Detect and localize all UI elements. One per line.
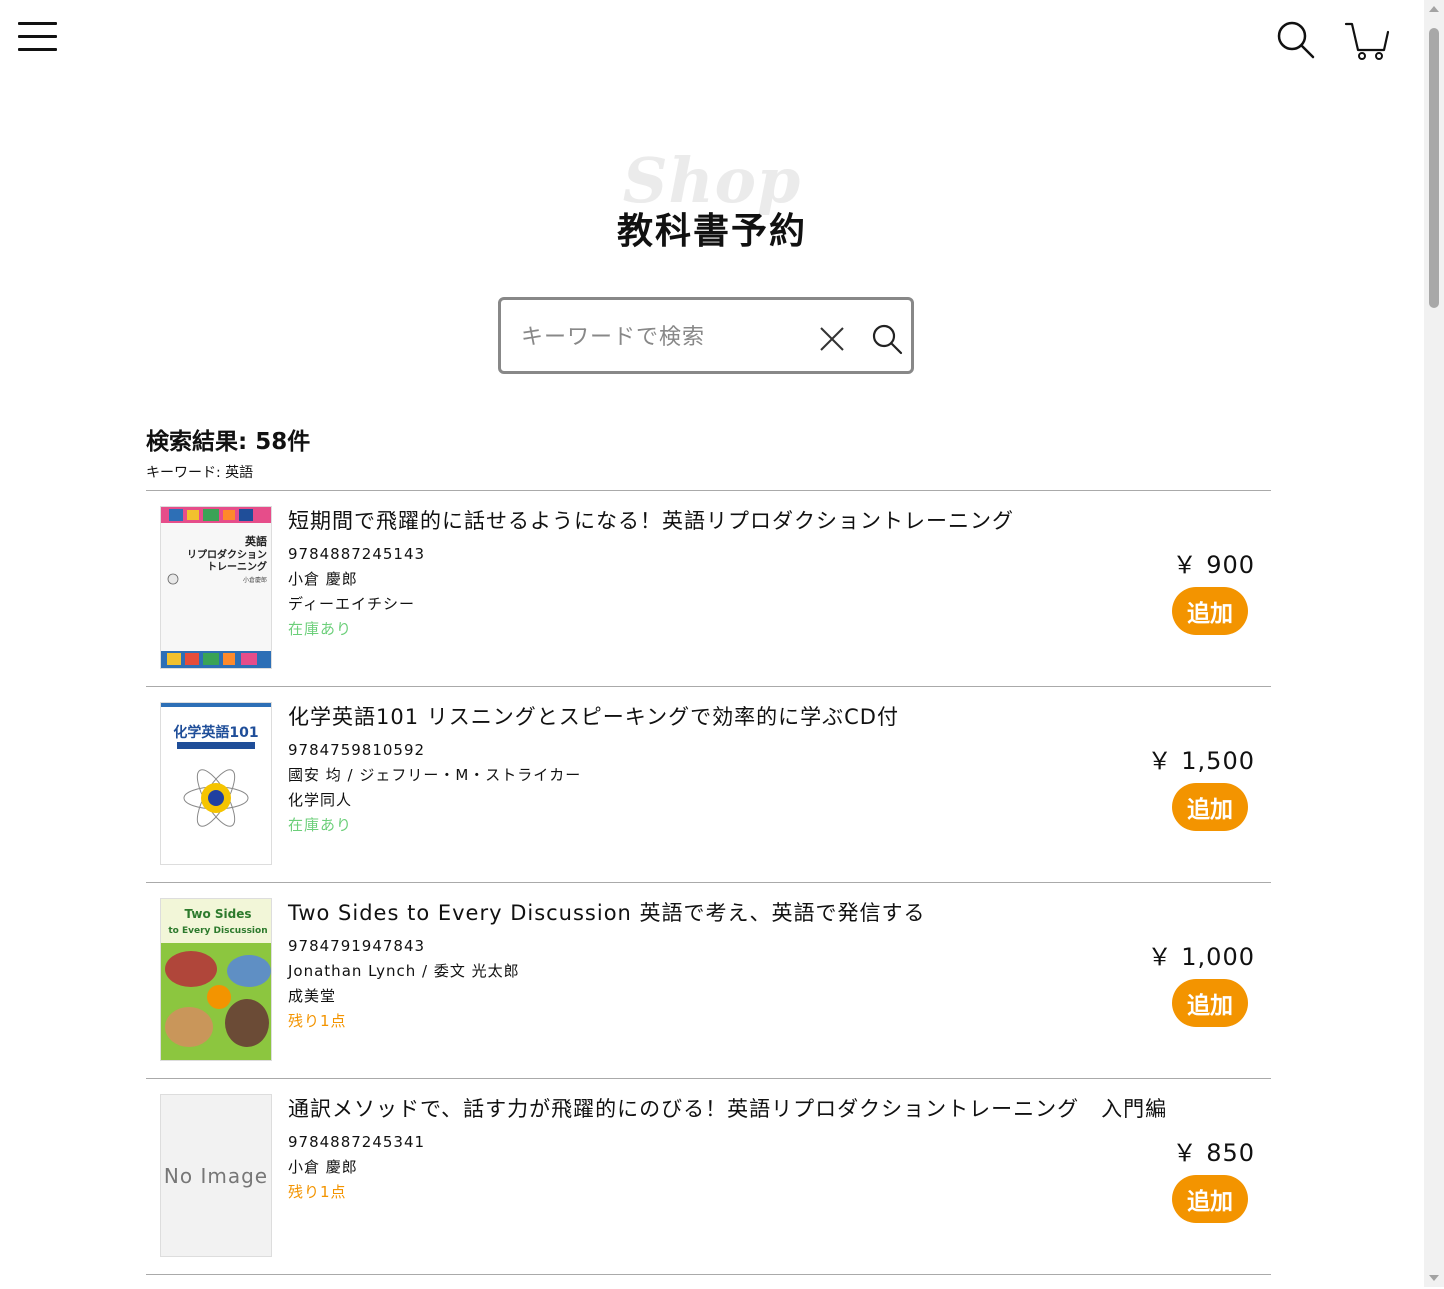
book-cover-image[interactable]: 英語 リプロダクション トレーニング 小倉慶郎 xyxy=(160,506,272,669)
item-publisher: 化学同人 xyxy=(288,791,353,809)
cover-text: リプロダクション xyxy=(187,548,267,561)
cover-text: 化学英語101 xyxy=(173,724,258,741)
book-cover-image[interactable]: Two Sides to Every Discussion xyxy=(160,898,272,1061)
page-title: 教科書予約 xyxy=(616,211,807,252)
results-header: 検索結果: 58件 キーワード: 英語 xyxy=(146,422,310,482)
item-publisher: 成美堂 xyxy=(288,987,337,1005)
item-isbn: 9784791947843 xyxy=(288,937,426,955)
item-price: ￥ 850 xyxy=(1172,1139,1255,1167)
list-item: Two Sides to Every Discussion Two Sides … xyxy=(146,882,1271,1078)
list-item: 化学英語101 化学英語101 リスニングとスピーキングで効率的に学ぶCD付 9… xyxy=(146,686,1271,882)
list-item: 英語 リプロダクション トレーニング 小倉慶郎 短期間で飛躍的に話せるようになる… xyxy=(146,490,1271,686)
add-to-cart-button[interactable]: 追加 xyxy=(1172,783,1248,831)
cover-text: 英語 xyxy=(244,534,267,548)
item-title[interactable]: 化学英語101 リスニングとスピーキングで効率的に学ぶCD付 xyxy=(288,701,1188,731)
add-to-cart-button[interactable]: 追加 xyxy=(1172,979,1248,1027)
item-info: 化学英語101 リスニングとスピーキングで効率的に学ぶCD付 978475981… xyxy=(288,701,1188,835)
page-scrollbar[interactable] xyxy=(1424,0,1444,1287)
item-title[interactable]: Two Sides to Every Discussion 英語で考え、英語で発… xyxy=(288,897,1188,927)
book-cover-image[interactable]: 化学英語101 xyxy=(160,702,272,865)
item-stock-status: 在庫あり xyxy=(288,816,353,834)
clear-icon[interactable] xyxy=(819,326,845,352)
item-title[interactable]: 短期間で飛躍的に話せるようになる！英語リプロダクショントレーニング xyxy=(288,505,1188,535)
top-bar xyxy=(0,0,1424,80)
item-publisher: ディーエイチシー xyxy=(288,595,415,613)
item-stock-status: 残り1点 xyxy=(288,1012,347,1030)
item-author: 國安 均 / ジェフリー・M・ストライカー xyxy=(288,766,582,784)
search-icon[interactable] xyxy=(1276,20,1316,60)
item-isbn: 9784887245341 xyxy=(288,1133,426,1151)
item-info: 短期間で飛躍的に話せるようになる！英語リプロダクショントレーニング 978488… xyxy=(288,505,1188,639)
item-price: ￥ 1,000 xyxy=(1147,943,1255,971)
search-box xyxy=(498,297,914,374)
search-input[interactable] xyxy=(519,318,803,356)
results-list: 英語 リプロダクション トレーニング 小倉慶郎 短期間で飛躍的に話せるようになる… xyxy=(146,490,1271,1289)
search-submit-icon[interactable] xyxy=(871,323,903,355)
item-author: Jonathan Lynch / 委文 光太郎 xyxy=(288,962,520,980)
hamburger-menu-icon[interactable] xyxy=(18,22,58,52)
scroll-up-arrow-icon[interactable] xyxy=(1429,6,1439,12)
cover-text: Two Sides xyxy=(184,907,251,921)
item-isbn: 9784759810592 xyxy=(288,741,426,759)
cart-icon[interactable] xyxy=(1344,20,1390,62)
item-isbn: 9784887245143 xyxy=(288,545,426,563)
item-info: 通訳メソッドで、話す力が飛躍的にのびる！英語リプロダクショントレーニング 入門編… xyxy=(288,1093,1188,1202)
item-stock-status: 残り1点 xyxy=(288,1183,347,1201)
list-item: No Image 通訳メソッドで、話す力が飛躍的にのびる！英語リプロダクショント… xyxy=(146,1078,1271,1274)
no-image-placeholder[interactable]: No Image xyxy=(160,1094,272,1257)
cover-text: 小倉慶郎 xyxy=(243,576,267,584)
scrollbar-thumb[interactable] xyxy=(1429,28,1439,308)
cover-text: トレーニング xyxy=(207,560,267,573)
item-stock-status: 在庫あり xyxy=(288,620,353,638)
item-author: 小倉 慶郎 xyxy=(288,1158,358,1176)
item-price: ￥ 900 xyxy=(1172,551,1255,579)
item-info: Two Sides to Every Discussion 英語で考え、英語で発… xyxy=(288,897,1188,1031)
scroll-down-arrow-icon[interactable] xyxy=(1429,1275,1439,1281)
results-count: 検索結果: 58件 xyxy=(146,429,311,455)
item-title[interactable]: 通訳メソッドで、話す力が飛躍的にのびる！英語リプロダクショントレーニング 入門編 xyxy=(288,1093,1188,1123)
item-author: 小倉 慶郎 xyxy=(288,570,358,588)
add-to-cart-button[interactable]: 追加 xyxy=(1172,1175,1248,1223)
page-hero: Shop 教科書予約 xyxy=(0,140,1424,260)
item-price: ￥ 1,500 xyxy=(1147,747,1255,775)
add-to-cart-button[interactable]: 追加 xyxy=(1172,587,1248,635)
cover-text: to Every Discussion xyxy=(168,926,267,936)
results-keyword: キーワード: 英語 xyxy=(146,465,254,481)
